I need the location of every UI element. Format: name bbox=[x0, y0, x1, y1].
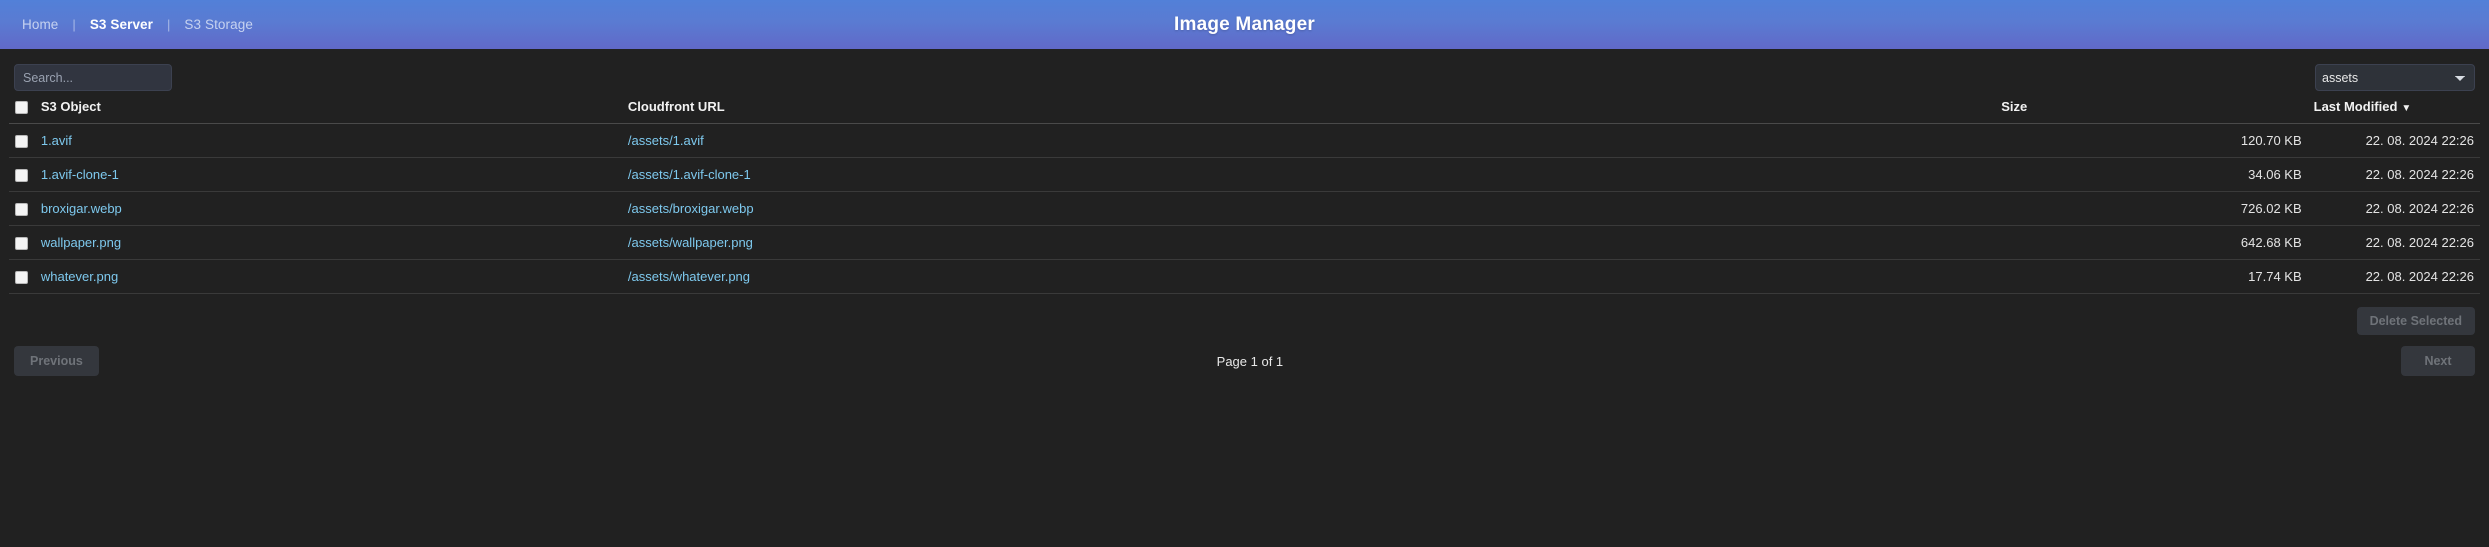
select-all-header bbox=[9, 91, 35, 125]
row-modified-cell: 22. 08. 2024 22:26 bbox=[2307, 259, 2480, 295]
column-header-s3-object[interactable]: S3 Object bbox=[34, 91, 622, 125]
table-row: 1.avif-clone-1 /assets/1.avif-clone-1 34… bbox=[9, 157, 2480, 193]
objects-table-container: S3 Object Cloudfront URL Size Last Modif… bbox=[0, 91, 2489, 295]
object-link[interactable]: wallpaper.png bbox=[41, 235, 121, 250]
row-checkbox[interactable] bbox=[15, 203, 28, 217]
objects-table: S3 Object Cloudfront URL Size Last Modif… bbox=[9, 91, 2480, 295]
table-header-row: S3 Object Cloudfront URL Size Last Modif… bbox=[9, 91, 2480, 125]
previous-page-button[interactable]: Previous bbox=[14, 346, 99, 377]
object-link[interactable]: broxigar.webp bbox=[41, 201, 122, 216]
bulk-actions: Delete Selected bbox=[0, 294, 2489, 336]
search-input[interactable] bbox=[14, 64, 172, 91]
toolbar: assets bbox=[0, 49, 2489, 91]
table-row: 1.avif /assets/1.avif 120.70 KB 22. 08. … bbox=[9, 123, 2480, 159]
object-link[interactable]: whatever.png bbox=[41, 269, 118, 284]
nav-link-home[interactable]: Home bbox=[22, 0, 72, 49]
row-object-cell: broxigar.webp bbox=[34, 191, 622, 227]
row-select-cell bbox=[9, 259, 35, 295]
row-size-cell: 726.02 KB bbox=[1995, 191, 2308, 227]
column-header-last-modified[interactable]: Last Modified ▼ bbox=[2307, 91, 2480, 125]
row-object-cell: 1.avif-clone-1 bbox=[34, 157, 622, 193]
row-url-cell: /assets/1.avif bbox=[621, 123, 1996, 159]
column-header-size[interactable]: Size bbox=[1995, 91, 2308, 125]
row-url-cell: /assets/broxigar.webp bbox=[621, 191, 1996, 227]
delete-selected-button[interactable]: Delete Selected bbox=[2356, 307, 2475, 336]
row-modified-cell: 22. 08. 2024 22:26 bbox=[2307, 225, 2480, 261]
cloudfront-url-link[interactable]: /assets/whatever.png bbox=[628, 269, 750, 284]
row-url-cell: /assets/wallpaper.png bbox=[621, 225, 1996, 261]
table-header: S3 Object Cloudfront URL Size Last Modif… bbox=[9, 91, 2480, 125]
row-select-cell bbox=[9, 191, 35, 227]
table-row: wallpaper.png /assets/wallpaper.png 642.… bbox=[9, 225, 2480, 261]
row-size-cell: 642.68 KB bbox=[1995, 225, 2308, 261]
row-checkbox[interactable] bbox=[15, 135, 28, 149]
cloudfront-url-link[interactable]: /assets/broxigar.webp bbox=[628, 201, 754, 216]
bucket-select[interactable]: assets bbox=[2315, 64, 2475, 91]
nav-link-s3-storage[interactable]: S3 Storage bbox=[170, 0, 267, 49]
nav-separator: | bbox=[72, 17, 76, 32]
row-object-cell: 1.avif bbox=[34, 123, 622, 159]
object-link[interactable]: 1.avif-clone-1 bbox=[41, 167, 119, 182]
pagination: Previous Page 1 of 1 Next bbox=[0, 335, 2489, 377]
row-select-cell bbox=[9, 123, 35, 159]
row-checkbox[interactable] bbox=[15, 271, 28, 285]
next-page-button[interactable]: Next bbox=[2401, 346, 2475, 377]
row-modified-cell: 22. 08. 2024 22:26 bbox=[2307, 157, 2480, 193]
nav-separator: | bbox=[167, 17, 171, 32]
row-checkbox[interactable] bbox=[15, 237, 28, 251]
column-header-last-modified-label: Last Modified bbox=[2313, 99, 2398, 115]
row-size-cell: 34.06 KB bbox=[1995, 157, 2308, 193]
row-modified-cell: 22. 08. 2024 22:26 bbox=[2307, 191, 2480, 227]
column-header-cloudfront-url[interactable]: Cloudfront URL bbox=[621, 91, 1996, 125]
breadcrumb: Home | S3 Server | S3 Storage bbox=[22, 0, 267, 49]
cloudfront-url-link[interactable]: /assets/wallpaper.png bbox=[628, 235, 753, 250]
row-select-cell bbox=[9, 225, 35, 261]
row-modified-cell: 22. 08. 2024 22:26 bbox=[2307, 123, 2480, 159]
top-navigation-bar: Home | S3 Server | S3 Storage Image Mana… bbox=[0, 0, 2489, 49]
row-object-cell: wallpaper.png bbox=[34, 225, 622, 261]
cloudfront-url-link[interactable]: /assets/1.avif bbox=[628, 133, 704, 148]
row-object-cell: whatever.png bbox=[34, 259, 622, 295]
table-row: whatever.png /assets/whatever.png 17.74 … bbox=[9, 259, 2480, 295]
row-checkbox[interactable] bbox=[15, 169, 28, 183]
table-row: broxigar.webp /assets/broxigar.webp 726.… bbox=[9, 191, 2480, 227]
nav-link-s3-server[interactable]: S3 Server bbox=[76, 0, 167, 49]
row-url-cell: /assets/whatever.png bbox=[621, 259, 1996, 295]
cloudfront-url-link[interactable]: /assets/1.avif-clone-1 bbox=[628, 167, 751, 182]
row-size-cell: 120.70 KB bbox=[1995, 123, 2308, 159]
table-body: 1.avif /assets/1.avif 120.70 KB 22. 08. … bbox=[9, 123, 2480, 295]
page-title: Image Manager bbox=[1174, 14, 1315, 35]
row-size-cell: 17.74 KB bbox=[1995, 259, 2308, 295]
row-select-cell bbox=[9, 157, 35, 193]
sort-descending-icon: ▼ bbox=[2401, 103, 2412, 115]
row-url-cell: /assets/1.avif-clone-1 bbox=[621, 157, 1996, 193]
object-link[interactable]: 1.avif bbox=[41, 133, 72, 148]
page-status: Page 1 of 1 bbox=[1216, 353, 1284, 369]
select-all-checkbox[interactable] bbox=[15, 101, 28, 115]
